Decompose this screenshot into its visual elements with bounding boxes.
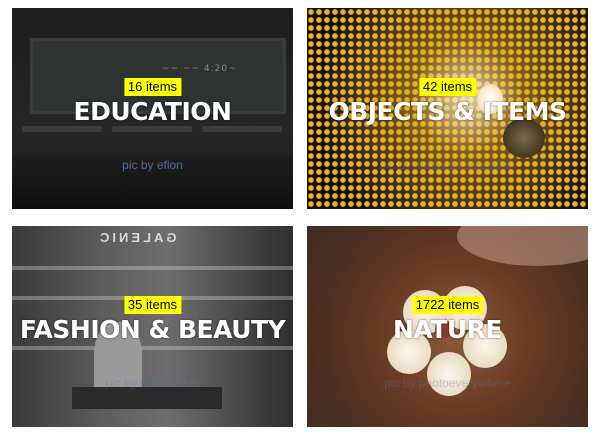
item-count-badge: 16 items (123, 78, 182, 96)
tile-overlay: 35 items FASHION & BEAUTY pic by mahnain… (12, 226, 293, 427)
photo-credit: pic by mahnainda (105, 376, 200, 390)
tile-overlay: 1722 items NATURE pic by photoeverywhere (307, 226, 588, 427)
item-count-badge: 1722 items (411, 296, 484, 314)
item-count-badge: 42 items (418, 78, 477, 96)
category-tile-education[interactable]: ~~ ~~ 4:20~ 16 items EDUCATION pic by ef… (12, 8, 293, 209)
tile-overlay: 42 items OBJECTS & ITEMS pic by lumaxart… (307, 8, 588, 209)
photo-credit: pic by lumaxart sebastian (379, 158, 516, 172)
category-tile-objects-items[interactable]: 42 items OBJECTS & ITEMS pic by lumaxart… (307, 8, 588, 209)
category-title[interactable]: EDUCATION (12, 96, 293, 128)
category-tile-fashion-beauty[interactable]: GALENIC 35 items FASHION & BEAUTY pic by… (12, 226, 293, 427)
category-title[interactable]: FASHION & BEAUTY (12, 314, 293, 346)
photo-credit: pic by eflon (122, 158, 183, 172)
category-title[interactable]: NATURE (307, 314, 588, 346)
category-tile-nature[interactable]: 1722 items NATURE pic by photoeverywhere (307, 226, 588, 427)
item-count-badge: 35 items (123, 296, 182, 314)
tile-overlay: 16 items EDUCATION pic by eflon (12, 8, 293, 209)
category-title[interactable]: OBJECTS & ITEMS (307, 96, 588, 128)
photo-credit: pic by photoeverywhere (384, 376, 511, 390)
